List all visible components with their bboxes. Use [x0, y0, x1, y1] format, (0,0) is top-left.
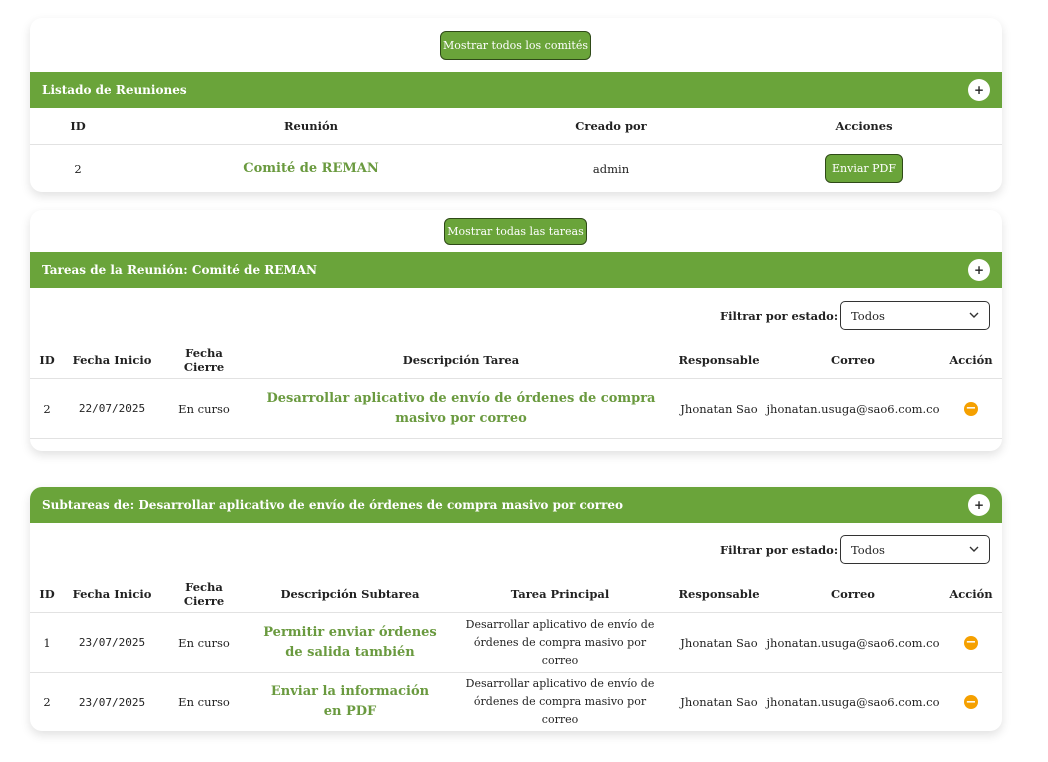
subtask-responsible: Jhonatan Sao [680, 695, 758, 709]
column-header-start-date: Fecha Inicio [72, 587, 152, 601]
tasks-card: Mostrar todas las tareas Tareas de la Re… [30, 210, 1002, 451]
show-all-tasks-button[interactable]: Mostrar todas las tareas [444, 218, 587, 245]
column-header-start-date: Fecha Inicio [72, 353, 152, 367]
subtask-parent-task: Desarrollar aplicativo de envío de órden… [465, 617, 655, 667]
column-header-meeting: Reunión [284, 119, 338, 133]
column-header-action: Acción [949, 587, 993, 601]
filter-label: Filtrar por estado: [720, 308, 839, 323]
column-header-end-date: Fecha Cierre [183, 580, 225, 608]
subtask-start-date: 23/07/2025 [78, 636, 146, 649]
column-header-email: Correo [831, 353, 875, 367]
task-responsible: Jhonatan Sao [680, 401, 758, 416]
column-header-actions: Acciones [835, 119, 893, 133]
subtasks-header-title: Subtareas de: Desarrollar aplicativo de … [42, 498, 624, 512]
meetings-header: Listado de Reuniones + [30, 72, 1002, 108]
filter-label: Filtrar por estado: [720, 542, 839, 557]
column-header-id: ID [39, 587, 55, 601]
task-id: 2 [43, 401, 51, 416]
expand-subtasks-button[interactable]: + [968, 494, 990, 516]
column-header-subtask-description: Descripción Subtarea [280, 587, 420, 601]
status-filter-value: Todos [851, 542, 885, 557]
chevron-down-icon [969, 546, 979, 552]
chevron-down-icon [969, 312, 979, 318]
column-header-email: Correo [831, 587, 875, 601]
expand-meetings-button[interactable]: + [968, 79, 990, 101]
minus-circle-icon[interactable]: − [964, 401, 978, 416]
meeting-created-by: admin [592, 161, 630, 176]
status-filter-select[interactable]: Todos [840, 535, 990, 564]
status-filter-select[interactable]: Todos [840, 301, 990, 330]
task-start-date: 22/07/2025 [78, 402, 146, 415]
show-all-committees-button[interactable]: Mostrar todos los comités [440, 31, 591, 60]
subtask-responsible: Jhonatan Sao [680, 635, 758, 650]
meeting-name-link[interactable]: Comité de REMAN [211, 145, 411, 192]
tasks-header: Tareas de la Reunión: Comité de REMAN + [30, 252, 1002, 288]
subtask-email: jhonatan.usuga@sao6.com.co [766, 635, 940, 650]
subtask-description-link[interactable]: Enviar la información en PDF [260, 673, 440, 731]
meetings-header-title: Listado de Reuniones [42, 83, 187, 97]
subtask-start-date: 23/07/2025 [78, 695, 146, 709]
column-header-responsible: Responsable [678, 587, 760, 601]
task-email: jhonatan.usuga@sao6.com.co [766, 401, 940, 416]
divider [30, 144, 1002, 145]
subtask-id: 2 [43, 695, 51, 709]
meeting-id: 2 [74, 161, 82, 176]
subtask-parent-task: Desarrollar aplicativo de envío de órden… [465, 677, 655, 726]
subtask-id: 1 [43, 635, 51, 650]
subtask-end-date: En curso [178, 635, 230, 650]
expand-tasks-button[interactable]: + [968, 259, 990, 281]
send-pdf-button[interactable]: Enviar PDF [825, 154, 903, 183]
divider [30, 438, 1002, 439]
tasks-header-title: Tareas de la Reunión: Comité de REMAN [42, 263, 317, 277]
subtask-end-date: En curso [178, 695, 230, 709]
meetings-card: Mostrar todos los comités Listado de Reu… [30, 18, 1002, 192]
subtask-action-cell: − [944, 673, 998, 731]
column-header-responsible: Responsable [678, 353, 760, 367]
plus-icon: + [973, 263, 985, 277]
subtask-description-link[interactable]: Permitir enviar órdenes de salida tambié… [260, 613, 440, 672]
column-header-end-date: Fecha Cierre [183, 346, 225, 374]
subtasks-header: Subtareas de: Desarrollar aplicativo de … [30, 487, 1002, 523]
minus-circle-icon[interactable]: − [964, 635, 978, 650]
subtasks-card: Subtareas de: Desarrollar aplicativo de … [30, 487, 1002, 731]
column-header-task-description: Descripción Tarea [402, 353, 520, 367]
task-action-cell: − [944, 379, 998, 438]
plus-icon: + [973, 83, 985, 97]
column-header-id: ID [39, 353, 55, 367]
task-end-date: En curso [178, 401, 230, 416]
subtask-email: jhonatan.usuga@sao6.com.co [766, 695, 940, 709]
subtask-action-cell: − [944, 613, 998, 672]
task-description-link[interactable]: Desarrollar aplicativo de envío de órden… [266, 379, 656, 438]
column-header-action: Acción [949, 353, 993, 367]
column-header-parent-task: Tarea Principal [510, 587, 610, 601]
minus-circle-icon[interactable]: − [964, 695, 978, 709]
column-header-id: ID [70, 119, 86, 133]
column-header-created-by: Creado por [575, 119, 647, 133]
plus-icon: + [973, 498, 985, 512]
status-filter-value: Todos [851, 308, 885, 323]
